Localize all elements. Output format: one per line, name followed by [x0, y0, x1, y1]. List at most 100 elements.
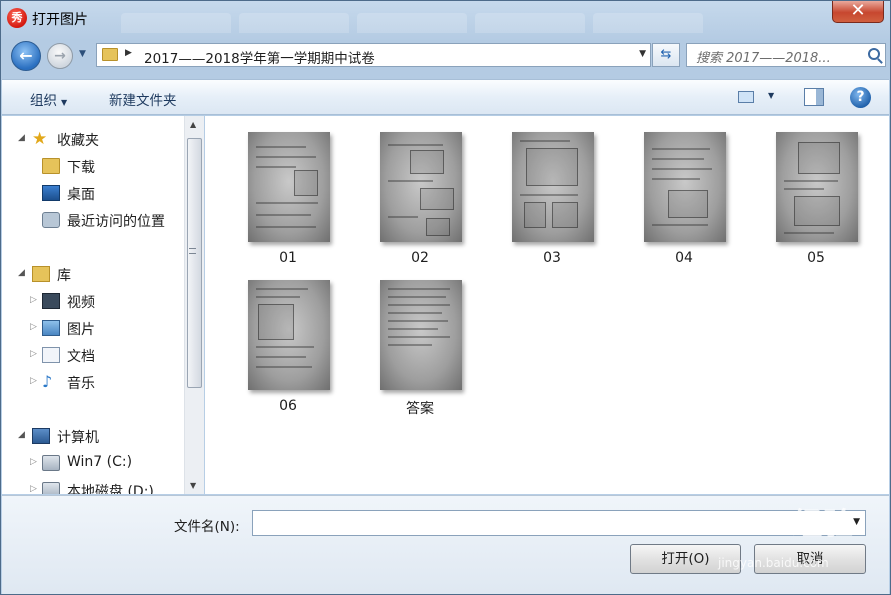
expand-arrow-icon[interactable]: ▷ — [30, 322, 37, 332]
document-library-icon — [42, 347, 60, 363]
nav-label: 下载 — [67, 160, 95, 176]
nav-label: 桌面 — [67, 187, 95, 203]
search-icon[interactable] — [868, 48, 880, 60]
open-image-dialog: 秀 打开图片 ✕ ← → ▼ ▶ 2017——2018学年第一学期期中试卷 ▼ … — [0, 0, 891, 595]
file-item[interactable]: 02 — [370, 132, 470, 272]
image-thumbnail[interactable] — [644, 132, 726, 242]
file-item[interactable]: 05 — [766, 132, 866, 272]
picture-library-icon — [42, 320, 60, 336]
nav-music[interactable]: ▷ ♪ 音乐 — [30, 372, 180, 394]
nav-label: Win7 (C:) — [67, 454, 133, 470]
expand-arrow-icon[interactable]: ▷ — [30, 349, 37, 359]
history-dropdown-icon[interactable]: ▼ — [79, 49, 91, 61]
nav-scrollbar[interactable]: ▲ ▼ — [184, 116, 204, 494]
image-thumbnail[interactable] — [380, 280, 462, 390]
collapse-arrow-icon[interactable]: ◢ — [18, 133, 25, 143]
computer-icon — [32, 428, 50, 444]
expand-arrow-icon[interactable]: ▷ — [30, 484, 37, 494]
music-note-icon: ♪ — [42, 372, 53, 391]
nav-label: 库 — [57, 268, 71, 284]
new-folder-button[interactable]: 新建文件夹 — [109, 89, 177, 109]
nav-documents[interactable]: ▷ 文档 — [30, 345, 180, 367]
nav-favorites[interactable]: ◢ ★ 收藏夹 — [18, 129, 178, 151]
nav-desktop[interactable]: 桌面 — [42, 183, 182, 205]
local-drive-icon — [42, 482, 60, 494]
file-item[interactable]: 01 — [238, 132, 338, 272]
refresh-icon[interactable]: ⇆ — [652, 43, 680, 67]
file-item[interactable]: 答案 — [370, 280, 470, 420]
close-button[interactable]: ✕ — [832, 1, 884, 23]
nav-label: 图片 — [67, 322, 95, 338]
address-bar[interactable]: ▶ 2017——2018学年第一学期期中试卷 ▼ — [96, 43, 651, 67]
file-name: 01 — [279, 250, 297, 266]
nav-label: 收藏夹 — [57, 133, 99, 149]
file-item[interactable]: 06 — [238, 280, 338, 420]
search-placeholder: 搜索 2017——2018... — [696, 51, 831, 66]
collapse-arrow-icon[interactable]: ◢ — [18, 268, 25, 278]
scroll-up-icon[interactable]: ▲ — [190, 120, 196, 129]
change-view-icon[interactable] — [738, 91, 754, 103]
collapse-arrow-icon[interactable]: ◢ — [18, 430, 25, 440]
desktop-icon — [42, 185, 60, 201]
nav-label: 最近访问的位置 — [67, 214, 165, 230]
downloads-folder-icon — [42, 158, 60, 174]
organize-button[interactable]: 组织 ▼ — [30, 89, 67, 109]
nav-label: 音乐 — [67, 376, 95, 392]
scrollbar-grip-icon — [189, 248, 196, 254]
title-bar[interactable]: 秀 打开图片 ✕ — [1, 1, 890, 37]
nav-drive-c[interactable]: ▷ Win7 (C:) — [30, 453, 180, 475]
image-thumbnail[interactable] — [248, 280, 330, 390]
nav-label: 本地磁盘 (D:) — [67, 484, 154, 494]
breadcrumb-path[interactable]: 2017——2018学年第一学期期中试卷 — [144, 47, 375, 67]
app-logo-icon: 秀 — [7, 8, 27, 28]
nav-label: 计算机 — [57, 430, 99, 446]
nav-downloads[interactable]: 下载 — [42, 156, 182, 178]
file-name: 05 — [807, 250, 825, 266]
organize-label: 组织 — [30, 93, 57, 109]
image-thumbnail[interactable] — [380, 132, 462, 242]
expand-arrow-icon[interactable]: ▷ — [30, 457, 37, 467]
watermark-logo: Baidu经验 — [691, 507, 855, 542]
nav-label: 文档 — [67, 349, 95, 365]
nav-recent-places[interactable]: 最近访问的位置 — [42, 210, 184, 232]
video-library-icon — [42, 293, 60, 309]
address-row: ← → ▼ ▶ 2017——2018学年第一学期期中试卷 ▼ ⇆ 搜索 2017… — [1, 39, 890, 75]
folder-icon — [102, 48, 118, 61]
nav-pictures[interactable]: ▷ 图片 — [30, 318, 180, 340]
file-name: 02 — [411, 250, 429, 266]
file-name: 06 — [279, 398, 297, 414]
system-drive-icon — [42, 455, 60, 471]
expand-arrow-icon[interactable]: ▷ — [30, 295, 37, 305]
file-item[interactable]: 04 — [634, 132, 734, 272]
command-toolbar: 组织 ▼ 新建文件夹 ▼ ? — [2, 79, 889, 115]
breadcrumb-separator-icon[interactable]: ▶ — [125, 48, 132, 58]
forward-arrow-icon[interactable]: → — [47, 43, 73, 69]
nav-videos[interactable]: ▷ 视频 — [30, 291, 180, 313]
image-thumbnail[interactable] — [512, 132, 594, 242]
nav-drive-d[interactable]: ▷ 本地磁盘 (D:) — [30, 480, 180, 494]
help-icon[interactable]: ? — [850, 87, 871, 108]
file-name: 03 — [543, 250, 561, 266]
background-taskbar-glow — [121, 13, 721, 35]
search-input[interactable]: 搜索 2017——2018... — [686, 43, 886, 67]
file-name: 答案 — [406, 401, 434, 417]
back-arrow-icon[interactable]: ← — [11, 41, 41, 71]
preview-pane-icon[interactable] — [804, 88, 824, 106]
scroll-down-icon[interactable]: ▼ — [190, 481, 196, 490]
image-thumbnail[interactable] — [776, 132, 858, 242]
libraries-icon — [32, 266, 50, 282]
nav-libraries[interactable]: ◢ 库 — [18, 264, 178, 286]
star-icon: ★ — [32, 129, 48, 149]
address-dropdown-icon[interactable]: ▼ — [639, 49, 646, 59]
watermark-url: jingyan.baidu.com — [718, 556, 829, 570]
nav-computer[interactable]: ◢ 计算机 — [18, 426, 178, 448]
file-item[interactable]: 03 — [502, 132, 602, 272]
file-list: 01 02 03 04 05 06 答案 — [205, 116, 889, 494]
scrollbar-thumb[interactable] — [187, 138, 202, 388]
expand-arrow-icon[interactable]: ▷ — [30, 376, 37, 386]
recent-places-icon — [42, 212, 60, 228]
chevron-down-icon: ▼ — [61, 98, 68, 107]
navigation-pane: ◢ ★ 收藏夹 下载 桌面 最近访问的位置 ◢ 库 ▷ 视频 ▷ 图片 ▷ 文档… — [2, 116, 184, 494]
image-thumbnail[interactable] — [248, 132, 330, 242]
view-dropdown-icon[interactable]: ▼ — [768, 91, 774, 100]
